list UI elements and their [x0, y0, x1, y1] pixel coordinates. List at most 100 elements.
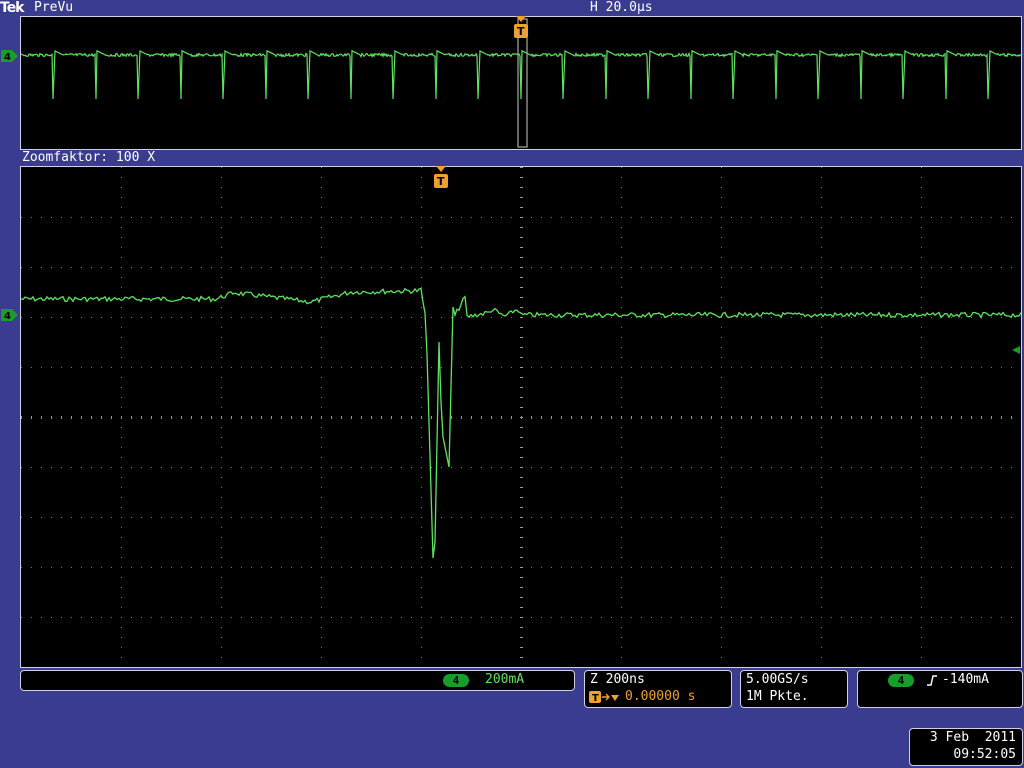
center-tick	[211, 416, 212, 419]
center-tick	[520, 485, 523, 486]
center-tick	[99, 416, 100, 419]
graticule-dot	[181, 467, 182, 468]
graticule-dot	[171, 617, 172, 618]
graticule-dot	[971, 467, 972, 468]
trigger-readout[interactable]: 4 -140mA	[857, 670, 1023, 708]
graticule-dot	[721, 237, 722, 238]
graticule-dot	[991, 267, 992, 268]
center-tick	[837, 416, 838, 419]
graticule-dot	[421, 327, 422, 328]
center-tick	[667, 416, 668, 419]
graticule-dot	[311, 367, 312, 368]
graticule-dot	[581, 567, 582, 568]
center-tick	[853, 416, 854, 419]
graticule-dot	[641, 567, 642, 568]
center-tick	[520, 457, 523, 458]
channel-readout[interactable]: 4 200mA	[20, 670, 575, 691]
graticule-dot	[721, 537, 722, 538]
graticule-dot	[421, 367, 422, 368]
graticule-dot	[261, 467, 262, 468]
center-tick	[831, 416, 832, 419]
graticule-dot	[101, 617, 102, 618]
graticule-dot	[121, 637, 122, 638]
center-tick	[805, 416, 806, 419]
center-tick	[419, 416, 420, 419]
center-tick	[393, 416, 394, 419]
graticule-dot	[861, 317, 862, 318]
trigger-marker-zoom[interactable]: T	[433, 166, 449, 190]
center-tick	[45, 416, 46, 419]
channel-4-marker-overview[interactable]: 4	[0, 48, 20, 64]
graticule-dot	[431, 617, 432, 618]
acquisition-readout[interactable]: 5.00GS/s 1M Pkte.	[740, 670, 848, 708]
trigger-level-arrow-icon[interactable]	[1008, 343, 1022, 357]
graticule-dot	[511, 367, 512, 368]
graticule-dot	[881, 567, 882, 568]
center-tick	[295, 416, 296, 419]
graticule-dot	[681, 317, 682, 318]
center-tick	[911, 416, 912, 419]
center-tick	[520, 203, 523, 204]
graticule-dot	[761, 317, 762, 318]
center-tick	[583, 416, 584, 419]
graticule-dot	[721, 267, 722, 268]
graticule-dot	[101, 267, 102, 268]
graticule-dot	[641, 217, 642, 218]
center-tick	[857, 416, 858, 419]
graticule-dot	[221, 637, 222, 638]
center-tick	[359, 416, 360, 419]
center-tick	[520, 647, 523, 648]
graticule-dot	[701, 467, 702, 468]
graticule-dot	[871, 617, 872, 618]
graticule-dot	[441, 567, 442, 568]
center-tick	[520, 625, 523, 626]
graticule-dot	[351, 517, 352, 518]
center-tick	[369, 416, 370, 419]
graticule-dot	[211, 517, 212, 518]
graticule-dot	[851, 267, 852, 268]
graticule-dot	[91, 317, 92, 318]
center-tick	[915, 416, 916, 419]
channel-scale: 200mA	[485, 672, 525, 687]
graticule-dot	[921, 457, 922, 458]
center-tick	[520, 225, 523, 226]
zoom-timebase-readout[interactable]: Z 200ns T 0.00000 s	[584, 670, 732, 708]
center-tick	[893, 416, 894, 419]
graticule-dot	[611, 517, 612, 518]
graticule-dot	[551, 567, 552, 568]
graticule-dot	[511, 267, 512, 268]
center-tick	[520, 639, 523, 640]
graticule-dot	[821, 287, 822, 288]
trigger-marker-overview[interactable]: T	[513, 16, 529, 40]
graticule-dot	[581, 467, 582, 468]
graticule-dot	[171, 317, 172, 318]
graticule-dot	[191, 217, 192, 218]
graticule-dot	[221, 247, 222, 248]
center-tick	[311, 416, 312, 419]
graticule-dot	[901, 517, 902, 518]
graticule-dot	[371, 617, 372, 618]
graticule-dot	[281, 267, 282, 268]
graticule-dot	[561, 267, 562, 268]
graticule-dot	[421, 517, 422, 518]
graticule-dot	[221, 627, 222, 628]
center-tick	[627, 416, 628, 419]
graticule-dot	[361, 567, 362, 568]
graticule-dot	[321, 657, 322, 658]
graticule-dot	[941, 217, 942, 218]
center-tick	[520, 345, 523, 346]
graticule-dot	[221, 567, 222, 568]
center-tick	[520, 569, 523, 570]
center-tick	[520, 215, 523, 216]
graticule-dot	[321, 197, 322, 198]
center-tick	[199, 416, 200, 419]
graticule-dot	[871, 367, 872, 368]
graticule-dot	[1001, 367, 1002, 368]
graticule-dot	[121, 507, 122, 508]
graticule-dot	[311, 467, 312, 468]
channel-4-marker-zoom[interactable]: 4	[0, 307, 20, 323]
graticule-dot	[321, 517, 322, 518]
center-tick	[851, 416, 852, 419]
center-tick	[520, 221, 523, 222]
center-tick	[349, 416, 350, 419]
